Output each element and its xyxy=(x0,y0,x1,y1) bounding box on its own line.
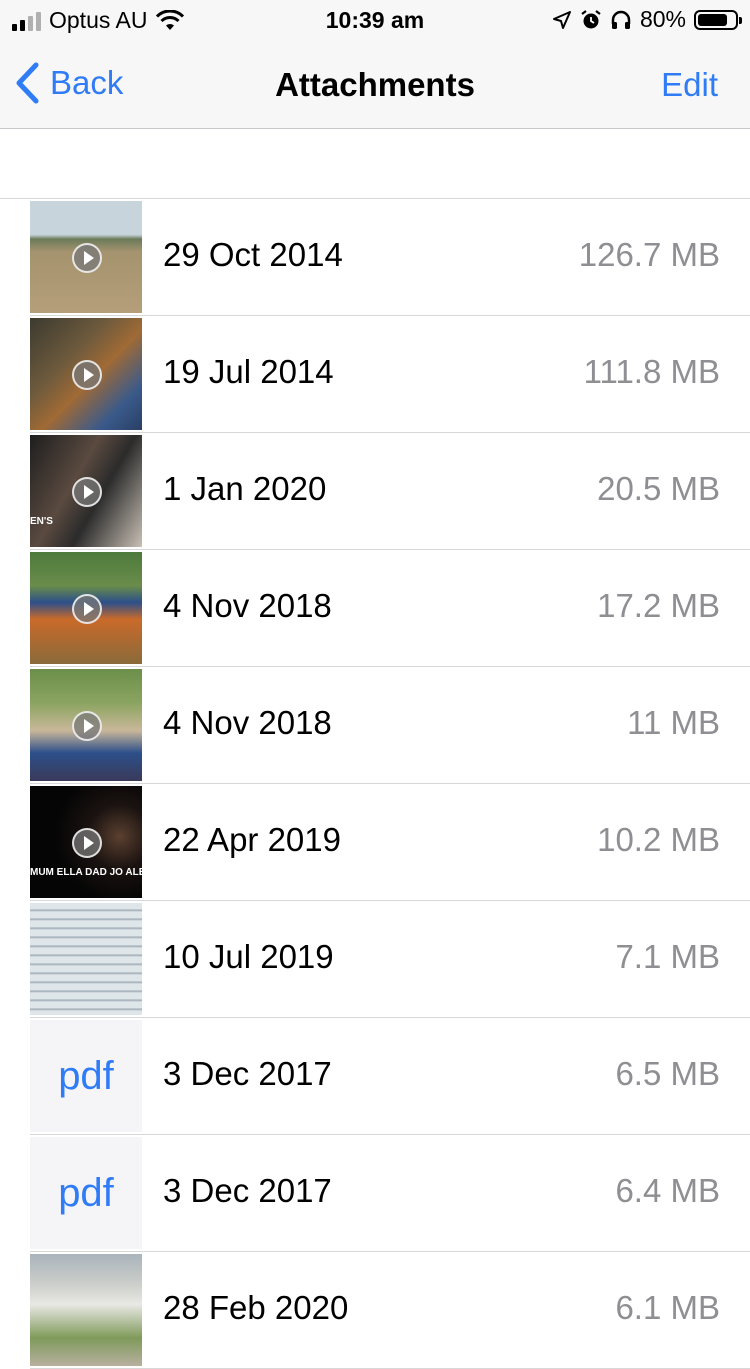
battery-level xyxy=(698,13,727,26)
video-thumbnail xyxy=(30,318,142,430)
thumbnail-overlay-text: MUM ELLA DAD JO ALEX xyxy=(30,867,142,878)
navigation-bar: Back Attachments Edit xyxy=(0,40,750,129)
video-thumbnail xyxy=(30,201,142,313)
thumbnail-overlay-text: EN'S xyxy=(30,516,53,527)
video-thumbnail: MUM ELLA DAD JO ALEX xyxy=(30,786,142,898)
attachment-size: 20.5 MB xyxy=(597,470,720,507)
attachment-size: 6.1 MB xyxy=(615,1289,720,1326)
attachment-date: 4 Nov 2018 xyxy=(163,587,332,624)
attachment-row[interactable]: 4 Nov 2018 11 MB xyxy=(30,667,750,784)
attachment-row[interactable]: 4 Nov 2018 17.2 MB xyxy=(30,550,750,667)
attachment-size: 10.2 MB xyxy=(597,821,720,858)
page-title: Attachments xyxy=(275,66,475,103)
video-thumbnail: EN'S xyxy=(30,435,142,547)
video-thumbnail xyxy=(30,552,142,664)
attachments-list: 29 Oct 2014 126.7 MB 19 Jul 2014 111.8 M… xyxy=(0,198,750,1369)
battery-percent: 80% xyxy=(639,6,686,32)
attachment-date: 22 Apr 2019 xyxy=(163,821,341,858)
play-icon xyxy=(72,828,102,858)
attachment-size: 7.1 MB xyxy=(615,938,720,975)
attachment-row[interactable]: pdf 3 Dec 2017 6.4 MB xyxy=(30,1135,750,1252)
attachment-size: 111.8 MB xyxy=(583,353,720,390)
alarm-icon xyxy=(581,9,601,28)
attachment-row[interactable]: 19 Jul 2014 111.8 MB xyxy=(30,316,750,433)
attachment-date: 29 Oct 2014 xyxy=(163,236,343,273)
attachment-date: 3 Dec 2017 xyxy=(163,1172,332,1209)
headphones-icon xyxy=(611,10,631,29)
attachment-date: 1 Jan 2020 xyxy=(163,470,327,507)
attachment-size: 11 MB xyxy=(627,704,720,741)
attachment-row[interactable]: 10 Jul 2019 7.1 MB xyxy=(30,901,750,1018)
attachment-row[interactable]: 28 Feb 2020 6.1 MB xyxy=(30,1252,750,1369)
attachment-date: 19 Jul 2014 xyxy=(163,353,334,390)
attachment-row[interactable]: 29 Oct 2014 126.7 MB xyxy=(30,199,750,316)
battery-icon xyxy=(694,9,742,30)
edit-button[interactable]: Edit xyxy=(661,66,718,104)
play-icon xyxy=(72,360,102,390)
status-right: 80% xyxy=(552,6,742,33)
attachment-size: 17.2 MB xyxy=(597,587,720,624)
attachment-size: 126.7 MB xyxy=(578,236,720,273)
attachment-date: 3 Dec 2017 xyxy=(163,1055,332,1092)
attachment-date: 4 Nov 2018 xyxy=(163,704,332,741)
play-icon xyxy=(72,711,102,741)
play-icon xyxy=(72,594,102,624)
attachment-size: 6.5 MB xyxy=(615,1055,720,1092)
pdf-icon: pdf xyxy=(30,1137,142,1249)
status-bar: Optus AU 10:39 am 80% xyxy=(0,0,750,40)
image-thumbnail xyxy=(30,1254,142,1366)
attachment-date: 10 Jul 2019 xyxy=(163,938,334,975)
image-thumbnail xyxy=(30,903,142,1015)
play-icon xyxy=(72,477,102,507)
attachment-row[interactable]: MUM ELLA DAD JO ALEX 22 Apr 2019 10.2 MB xyxy=(30,784,750,901)
attachment-size: 6.4 MB xyxy=(615,1172,720,1209)
attachment-date: 28 Feb 2020 xyxy=(163,1289,349,1326)
video-thumbnail xyxy=(30,669,142,781)
attachment-row[interactable]: EN'S 1 Jan 2020 20.5 MB xyxy=(30,433,750,550)
attachment-row[interactable]: pdf 3 Dec 2017 6.5 MB xyxy=(30,1018,750,1135)
pdf-icon: pdf xyxy=(30,1020,142,1132)
play-icon xyxy=(72,243,102,273)
location-icon xyxy=(552,10,571,29)
